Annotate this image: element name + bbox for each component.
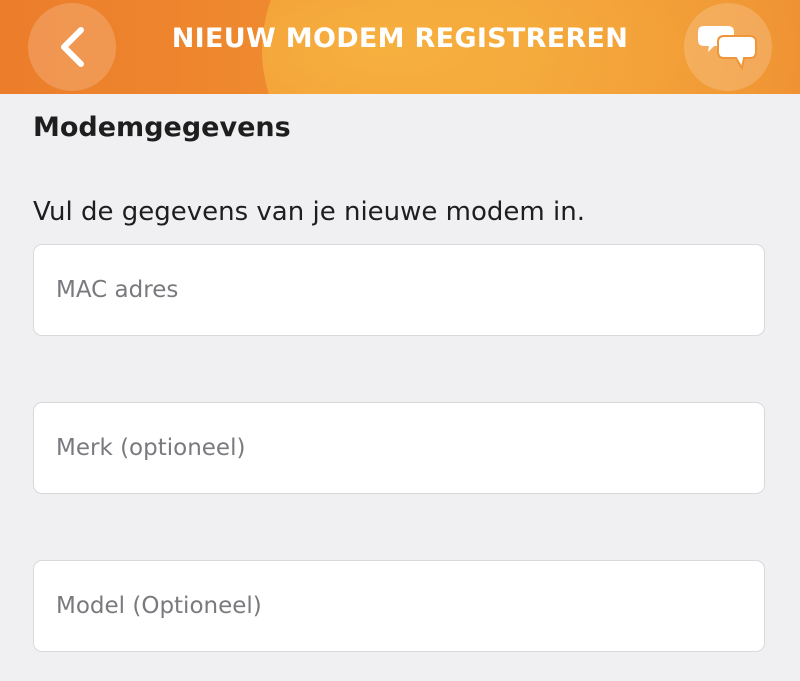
- section-title: Modemgegevens: [33, 112, 291, 143]
- page-title: NIEUW MODEM REGISTREREN: [171, 23, 629, 54]
- chat-button[interactable]: [684, 3, 772, 91]
- model-field[interactable]: [33, 560, 765, 652]
- mac-address-field[interactable]: [33, 244, 765, 336]
- chevron-left-icon: [61, 27, 84, 67]
- chat-bubbles-icon: [698, 26, 757, 71]
- mac-address-input[interactable]: [34, 245, 764, 335]
- app-header: NIEUW MODEM REGISTREREN: [0, 0, 800, 94]
- back-button[interactable]: [28, 3, 116, 91]
- instruction-text: Vul de gegevens van je nieuwe modem in.: [33, 197, 585, 227]
- brand-field[interactable]: [33, 402, 765, 494]
- model-input[interactable]: [34, 561, 764, 651]
- brand-input[interactable]: [34, 403, 764, 493]
